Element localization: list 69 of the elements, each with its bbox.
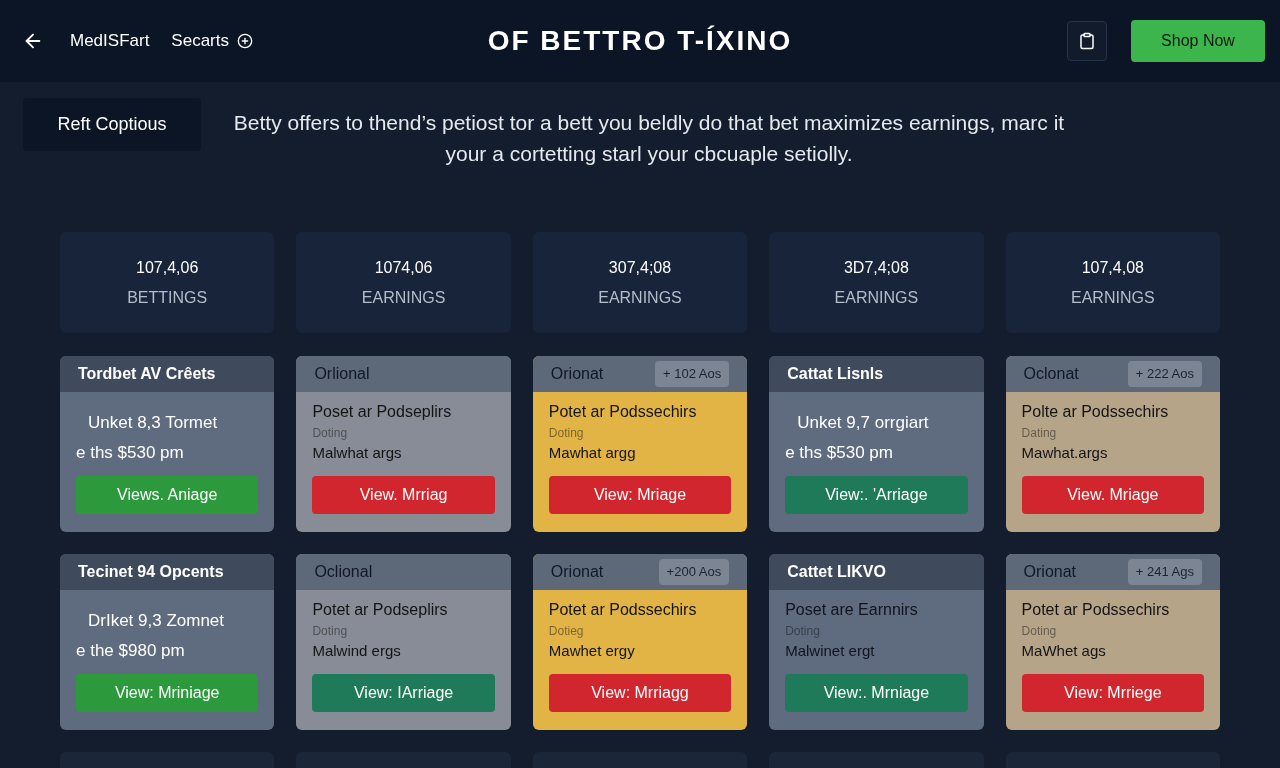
offer-detail: Mawhat argg (548, 443, 637, 463)
count-badge: + 102 Aos (655, 361, 730, 387)
card-title: Tordbet AV Crêets (78, 364, 216, 384)
offer-detail: MaWhet ags (1021, 641, 1107, 661)
shop-button[interactable]: Shop Now (1131, 20, 1265, 62)
stat-label: BETTINGS (127, 287, 208, 308)
view-button[interactable]: View: Mriniage (76, 674, 259, 712)
card-title: Orionat (550, 364, 604, 384)
view-button[interactable]: View. Mrriag (312, 476, 495, 514)
view-button[interactable]: Views. Aniage (76, 476, 259, 514)
offer-detail: Mawhet ergy (548, 641, 636, 661)
options-button[interactable]: Reft Coptious (23, 98, 201, 151)
add-icon[interactable] (237, 33, 253, 49)
offer-line: Unket 8,3 Tormet (87, 412, 219, 434)
stat-value: 107,4,06 (136, 257, 199, 278)
view-button[interactable]: View: Mriage (548, 476, 732, 514)
stat-label: EARNINGS (1071, 287, 1155, 308)
offer-subtitle: Doting (1021, 623, 1058, 640)
stat-label: EARNINGS (834, 287, 919, 308)
stat-label: EARNINGS (361, 287, 446, 308)
offer-detail: Mawhat.args (1021, 443, 1109, 463)
card-title: Oclional (314, 562, 373, 582)
offer-detail: Malwhat args (312, 443, 403, 463)
view-button[interactable]: View. Mriage (1021, 476, 1204, 514)
view-button[interactable]: View: IArriage (312, 674, 495, 712)
offer-line: DrIket 9,3 Zomnet (87, 610, 226, 632)
offer-line: e the $980 pm (76, 640, 186, 662)
card-title: Cattat Lisnls (787, 364, 884, 384)
offer-line: e ths $530 pm (76, 442, 185, 464)
stat-value: 3D7,4;08 (843, 257, 909, 278)
offer-title: Potet ar Podssechirs (1021, 600, 1171, 620)
count-badge: +200 Aos (658, 559, 730, 585)
view-button[interactable]: View: Mrriagg (548, 674, 732, 712)
card-title: Oclonat (1023, 364, 1079, 384)
offer-subtitle: Doting (312, 623, 349, 640)
view-button[interactable]: View:. 'Arriage (785, 476, 968, 514)
offer-subtitle: Dating (1021, 425, 1058, 442)
offer-subtitle: Doting (548, 425, 585, 442)
card-title: Orionat (550, 562, 604, 582)
stat-value: 107,4,08 (1081, 257, 1144, 278)
offer-detail: Malwind ergs (312, 641, 402, 661)
clipboard-icon (1078, 32, 1096, 50)
card-title: Tecinet 94 Opcents (78, 562, 224, 582)
stat-value: 1074,06 (374, 257, 433, 278)
count-badge: + 222 Aos (1127, 361, 1202, 387)
offer-line: e ths $530 pm (785, 442, 894, 464)
offer-title: Potet ar Podssechirs (548, 402, 698, 422)
intro-text: Betty offers to thend’s petiost tor a bett you beldly do that bet maximizes earnings, marc it your a cortetting starl your cbcuaple setiolly. (232, 110, 1066, 167)
offer-detail: Malwinet ergt (785, 641, 876, 661)
view-button[interactable]: View: Mrriege (1021, 674, 1204, 712)
card-title: Orlional (314, 364, 370, 384)
card-title: Cattet LIKVO (787, 562, 886, 582)
view-button[interactable]: View:. Mrniage (785, 674, 968, 712)
offer-line: Unket 9,7 orrgiart (796, 412, 930, 434)
offer-title: Poset are Earnnirs (785, 600, 919, 620)
nav-link[interactable]: Secarts (171, 28, 229, 54)
offer-subtitle: Dotieg (548, 623, 585, 640)
nav-link[interactable]: MedISFart (70, 28, 150, 54)
offer-subtitle: Doting (312, 425, 349, 442)
offer-title: Potet ar Podssechirs (548, 600, 698, 620)
offer-title: Poset ar Podseplirs (312, 402, 453, 422)
clipboard-button[interactable] (1067, 21, 1107, 61)
stat-label: EARNINGS (598, 287, 682, 308)
card-title: Orionat (1023, 562, 1077, 582)
page-title: OF BETTRO T-ÍXINO (487, 24, 793, 58)
offer-title: Potet ar Podseplirs (312, 600, 449, 620)
offer-title: Polte ar Podssechirs (1021, 402, 1170, 422)
count-badge: + 241 Ags (1127, 559, 1202, 585)
stat-value: 307,4;08 (608, 257, 672, 278)
